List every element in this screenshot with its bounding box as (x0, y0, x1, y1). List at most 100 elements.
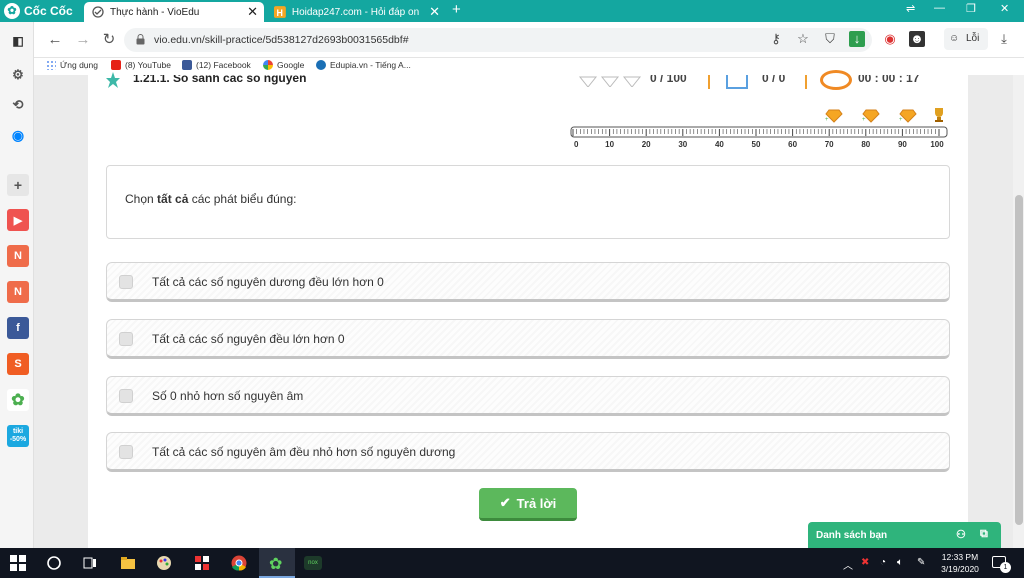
option-checkbox[interactable] (119, 389, 133, 403)
address-bar[interactable]: vio.edu.vn/skill-practice/5d538127d2693b… (124, 28, 872, 52)
pen-icon[interactable]: ✎ (917, 557, 925, 568)
add-sidebar-app-button[interactable]: + (7, 174, 29, 196)
profile-error-button[interactable]: ☺ Lỗi (944, 28, 988, 50)
submit-answer-button[interactable]: ✔ Trả lời (479, 488, 577, 521)
answer-option[interactable]: Tất cả các số nguyên dương đều lớn hơn 0 (106, 262, 950, 302)
tab-title: Hoidap247.com - Hỏi đáp on (291, 6, 420, 18)
bookmark-apps[interactable]: Ứng dụng (46, 60, 98, 70)
timer-clock-icon (820, 70, 852, 90)
taskbar-active-app[interactable]: ✿ (259, 548, 295, 578)
close-window-button[interactable]: ✕ (1000, 2, 1009, 15)
bookmark-facebook[interactable]: (12) Facebook (182, 60, 251, 70)
facebook-icon (182, 60, 192, 70)
tab-title: Thực hành - VioEdu (110, 6, 200, 18)
ruler-tick-label: 100 (930, 140, 944, 148)
bookmark-edupia[interactable]: Edupia.vn - Tiếng A... (316, 60, 411, 70)
prompt-suffix: các phát biểu đúng: (191, 192, 297, 206)
ruler-tick-label: 90 (898, 140, 907, 148)
shield-icon[interactable]: ⛉ (822, 31, 838, 47)
svg-text:+: + (899, 117, 903, 123)
wifi-icon[interactable]: ◔ (880, 557, 886, 568)
app-grid-icon[interactable] (194, 555, 210, 571)
download-extension-icon[interactable]: ↓ (849, 31, 865, 47)
coccoc-green-icon[interactable]: ✿ (7, 389, 29, 411)
svg-text:+: + (862, 117, 866, 123)
lesson-star-icon (106, 72, 120, 88)
expand-panel-icon[interactable]: ⧉ (980, 528, 988, 541)
tray-network-error-icon[interactable]: ✖ (861, 557, 869, 568)
friends-list-panel[interactable]: Danh sách bạn ⚇ ⧉ (808, 522, 1001, 548)
ruler-tick-label: 50 (752, 140, 761, 148)
option-checkbox[interactable] (119, 332, 133, 346)
back-button[interactable]: ← (46, 31, 64, 49)
ruler-tick-label: 40 (715, 140, 724, 148)
tab-vioedu[interactable]: Thực hành - VioEdu ✕ (84, 2, 264, 22)
tab-hoidap247[interactable]: H Hoidap247.com - Hỏi đáp on ✕ (266, 2, 446, 22)
new-tab-button[interactable]: + (452, 1, 461, 18)
option-text: Tất cả các số nguyên dương đều lớn hơn 0 (152, 275, 384, 289)
browser-brand[interactable]: ✿ Cốc Cốc (4, 3, 73, 19)
option-text: Số 0 nhỏ hơn số nguyên âm (152, 389, 304, 403)
answered-value: 0 / 0 (762, 75, 786, 85)
clock-date: 3/19/2020 (941, 564, 979, 574)
youtube-icon (111, 60, 121, 70)
add-friend-icon[interactable]: ⚇ (956, 528, 966, 541)
bookmark-youtube[interactable]: (8) YouTube (111, 60, 171, 70)
bookmarks-bar: Ứng dụng (8) YouTube (12) Facebook Googl… (0, 58, 1024, 75)
answer-option[interactable]: Tất cả các số nguyên đều lớn hơn 0 (106, 319, 950, 359)
tiki-icon[interactable]: tiki -50% (7, 425, 29, 447)
tab-close-icon[interactable]: ✕ (429, 2, 440, 22)
apps-grid-icon (46, 60, 56, 70)
minimize-button[interactable]: — (934, 2, 945, 14)
prompt-prefix: Chọn (125, 192, 154, 206)
search-icon[interactable] (46, 555, 62, 571)
nox-icon[interactable]: nox (304, 556, 322, 570)
lock-icon (136, 34, 145, 45)
diamond-milestone-icon: + (899, 109, 917, 123)
ruler-tick-label: 80 (861, 140, 870, 148)
option-checkbox[interactable] (119, 445, 133, 459)
answer-option[interactable]: Tất cả các số nguyên âm đều nhỏ hơn số n… (106, 432, 950, 472)
browser-brand-label: Cốc Cốc (24, 4, 73, 18)
volume-icon[interactable]: 🔈︎ (897, 557, 903, 568)
news-n-icon[interactable]: N (7, 245, 29, 267)
tab-search-icon[interactable]: ⇌ (906, 2, 915, 15)
option-checkbox[interactable] (119, 275, 133, 289)
profile-avatar-icon: ☺ (949, 33, 960, 44)
diamond-outline-icon (578, 76, 642, 87)
file-explorer-icon[interactable] (120, 555, 136, 571)
extension-icon[interactable]: ◉ (882, 31, 898, 47)
browser-titlebar: ✿ Cốc Cốc Thực hành - VioEdu ✕ H Hoidap2… (0, 0, 1024, 22)
tray-chevron-icon[interactable]: ︿ (843, 557, 853, 572)
bookmark-label: Edupia.vn - Tiếng A... (330, 60, 411, 70)
bookmark-star-icon[interactable]: ☆ (795, 31, 811, 47)
scrollbar-thumb[interactable] (1015, 195, 1023, 525)
bookmark-label: Google (277, 60, 305, 70)
restore-button[interactable]: ❐ (966, 2, 976, 15)
forward-button[interactable]: → (74, 31, 92, 49)
news-n-icon[interactable]: N (7, 281, 29, 303)
history-icon[interactable]: ⟲ (7, 94, 29, 116)
edupia-icon (316, 60, 326, 70)
task-view-icon[interactable] (82, 555, 98, 571)
download-icon[interactable]: ⤓ (996, 31, 1012, 47)
answer-option[interactable]: Số 0 nhỏ hơn số nguyên âm (106, 376, 950, 416)
profile-error-label: Lỗi (966, 33, 980, 44)
shopee-icon[interactable]: S (7, 353, 29, 375)
sidebar-toggle-icon[interactable]: ◧ (7, 30, 29, 52)
friends-list-label: Danh sách bạn (816, 530, 888, 541)
system-clock[interactable]: 12:33 PM 3/19/2020 (934, 551, 986, 575)
paint-icon[interactable] (156, 555, 172, 571)
tab-close-icon[interactable]: ✕ (247, 2, 258, 22)
ruler-tick-label: 0 (574, 140, 579, 148)
key-icon[interactable]: ⚷ (768, 31, 784, 47)
youtube-sidebar-icon[interactable]: ▶ (7, 209, 29, 231)
messenger-icon[interactable]: ◉ (7, 124, 29, 146)
chrome-icon[interactable] (231, 555, 247, 571)
reload-button[interactable]: ↻ (100, 31, 118, 49)
extension-avatar-icon[interactable]: ☻ (909, 31, 925, 47)
settings-gear-icon[interactable]: ⚙ (7, 64, 29, 86)
facebook-sidebar-icon[interactable]: f (7, 317, 29, 339)
bookmark-google[interactable]: Google (263, 60, 304, 70)
windows-start-icon[interactable] (10, 555, 26, 571)
